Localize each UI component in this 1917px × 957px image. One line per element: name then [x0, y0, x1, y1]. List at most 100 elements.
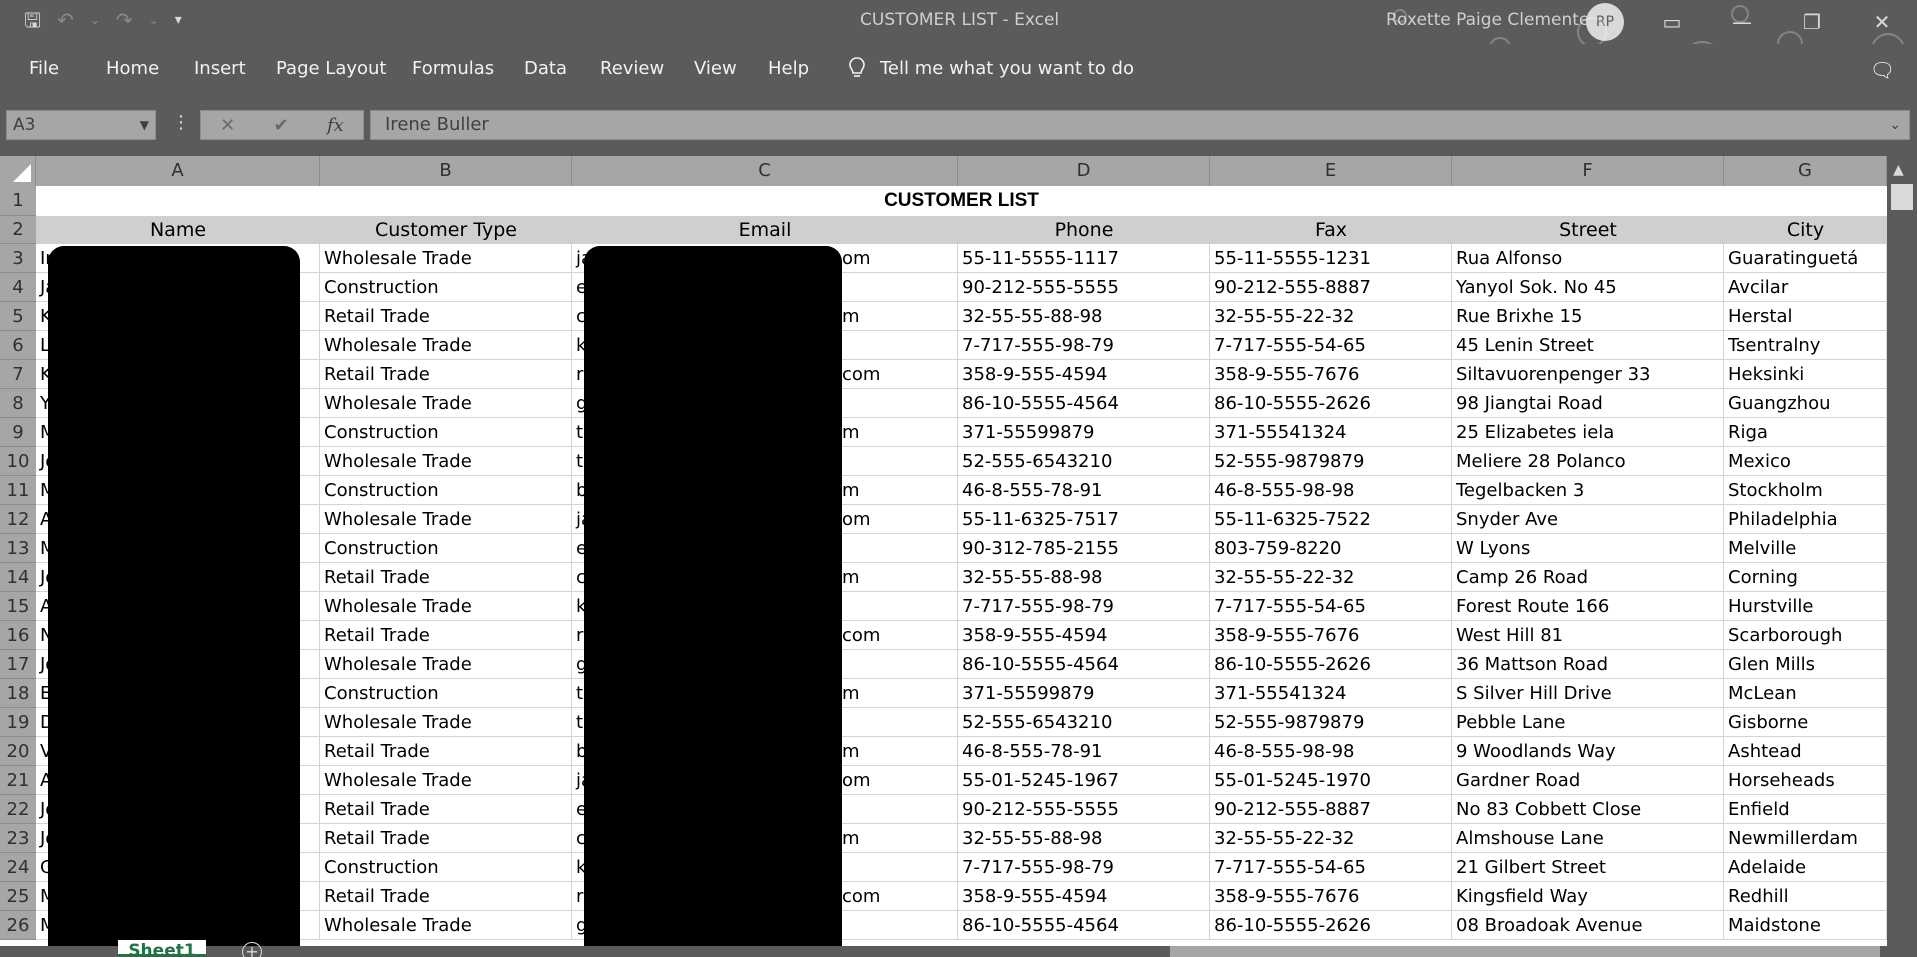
chevron-down-icon[interactable]: ▼	[140, 111, 149, 139]
cell-fax[interactable]: 86-10-5555-2626	[1210, 911, 1452, 940]
cell-city[interactable]: Mexico	[1724, 447, 1887, 476]
undo-icon[interactable]: ↶	[57, 8, 74, 32]
cell-customer-type[interactable]: Retail Trade	[320, 795, 572, 824]
cell-fax[interactable]: 90-212-555-8887	[1210, 795, 1452, 824]
cell-customer-type[interactable]: Wholesale Trade	[320, 911, 572, 940]
cell-phone[interactable]: 32-55-55-88-98	[958, 563, 1210, 592]
row-header[interactable]: 5	[0, 302, 36, 331]
cell-city[interactable]: Riga	[1724, 418, 1887, 447]
cell-fax[interactable]: 86-10-5555-2626	[1210, 389, 1452, 418]
cell-phone[interactable]: 7-717-555-98-79	[958, 853, 1210, 882]
cell-fax[interactable]: 55-11-6325-7522	[1210, 505, 1452, 534]
redo-icon[interactable]: ↷	[116, 8, 133, 32]
cell-fax[interactable]: 55-11-5555-1231	[1210, 244, 1452, 273]
close-icon[interactable]: ✕	[1847, 0, 1917, 44]
cell-street[interactable]: Rua Alfonso	[1452, 244, 1724, 273]
row-header[interactable]: 13	[0, 534, 36, 563]
row-header[interactable]: 9	[0, 418, 36, 447]
cell-street[interactable]: Snyder Ave	[1452, 505, 1724, 534]
scroll-up-icon[interactable]: ▲	[1893, 162, 1904, 178]
cell-phone[interactable]: 90-212-555-5555	[958, 795, 1210, 824]
cell-street[interactable]: Tegelbacken 3	[1452, 476, 1724, 505]
tab-insert[interactable]: Insert	[194, 58, 246, 79]
cell-street[interactable]: Almshouse Lane	[1452, 824, 1724, 853]
more-options-icon[interactable]: ⋮	[172, 112, 190, 133]
cell-customer-type[interactable]: Retail Trade	[320, 824, 572, 853]
cell-city[interactable]: Philadelphia	[1724, 505, 1887, 534]
row-header[interactable]: 2	[0, 216, 36, 244]
horizontal-scrollbar[interactable]	[1170, 946, 1880, 957]
cell-phone[interactable]: 86-10-5555-4564	[958, 911, 1210, 940]
row-header[interactable]: 20	[0, 737, 36, 766]
cell-street[interactable]: Pebble Lane	[1452, 708, 1724, 737]
header-phone[interactable]: Phone	[958, 216, 1210, 244]
cell-city[interactable]: Adelaide	[1724, 853, 1887, 882]
cell-city[interactable]: Newmillerdam	[1724, 824, 1887, 853]
header-city[interactable]: City	[1724, 216, 1887, 244]
cell-city[interactable]: Guangzhou	[1724, 389, 1887, 418]
cell-phone[interactable]: 55-01-5245-1967	[958, 766, 1210, 795]
tab-data[interactable]: Data	[524, 58, 567, 79]
cell-street[interactable]: No 83 Cobbett Close	[1452, 795, 1724, 824]
cell-street[interactable]: 98 Jiangtai Road	[1452, 389, 1724, 418]
cell-phone[interactable]: 55-11-6325-7517	[958, 505, 1210, 534]
row-header[interactable]: 19	[0, 708, 36, 737]
cell-customer-type[interactable]: Wholesale Trade	[320, 592, 572, 621]
cell-city[interactable]: Horseheads	[1724, 766, 1887, 795]
insert-function-icon[interactable]: fx	[327, 115, 344, 136]
cell-street[interactable]: 08 Broadoak Avenue	[1452, 911, 1724, 940]
cell-customer-type[interactable]: Wholesale Trade	[320, 447, 572, 476]
cell-city[interactable]: Hurstville	[1724, 592, 1887, 621]
cell-fax[interactable]: 7-717-555-54-65	[1210, 853, 1452, 882]
cell-phone[interactable]: 7-717-555-98-79	[958, 592, 1210, 621]
cell-street[interactable]: 45 Lenin Street	[1452, 331, 1724, 360]
header-street[interactable]: Street	[1452, 216, 1724, 244]
cell-fax[interactable]: 32-55-55-22-32	[1210, 824, 1452, 853]
cell-customer-type[interactable]: Retail Trade	[320, 621, 572, 650]
cell-phone[interactable]: 46-8-555-78-91	[958, 476, 1210, 505]
formula-input[interactable]: Irene Buller ⌄	[370, 110, 1910, 140]
restore-icon[interactable]: ❐	[1777, 0, 1847, 44]
cell-city[interactable]: Stockholm	[1724, 476, 1887, 505]
name-box[interactable]: A3 ▼	[6, 110, 156, 140]
vertical-scrollbar[interactable]: ▲	[1887, 156, 1917, 946]
cell-street[interactable]: S Silver Hill Drive	[1452, 679, 1724, 708]
cell-fax[interactable]: 7-717-555-54-65	[1210, 331, 1452, 360]
row-header[interactable]: 21	[0, 766, 36, 795]
cell-customer-type[interactable]: Wholesale Trade	[320, 766, 572, 795]
cell-street[interactable]: Yanyol Sok. No 45	[1452, 273, 1724, 302]
cell-customer-type[interactable]: Retail Trade	[320, 737, 572, 766]
enter-icon[interactable]: ✔	[274, 115, 289, 136]
tell-me-search[interactable]: Tell me what you want to do	[848, 56, 1134, 80]
cell-street[interactable]: 36 Mattson Road	[1452, 650, 1724, 679]
row-header[interactable]: 12	[0, 505, 36, 534]
cell-phone[interactable]: 358-9-555-4594	[958, 882, 1210, 911]
cell-street[interactable]: West Hill 81	[1452, 621, 1724, 650]
cell-customer-type[interactable]: Wholesale Trade	[320, 244, 572, 273]
row-header[interactable]: 26	[0, 911, 36, 940]
cell-phone[interactable]: 32-55-55-88-98	[958, 302, 1210, 331]
cell-phone[interactable]: 46-8-555-78-91	[958, 737, 1210, 766]
comments-icon[interactable]: 🗨	[1870, 58, 1895, 82]
row-header[interactable]: 15	[0, 592, 36, 621]
tab-page-layout[interactable]: Page Layout	[276, 58, 387, 79]
cell-customer-type[interactable]: Construction	[320, 679, 572, 708]
select-all-button[interactable]	[0, 156, 36, 186]
row-header[interactable]: 7	[0, 360, 36, 389]
cell-customer-type[interactable]: Construction	[320, 476, 572, 505]
row-header[interactable]: 22	[0, 795, 36, 824]
column-header-f[interactable]: F	[1452, 156, 1724, 186]
column-header-a[interactable]: A	[36, 156, 320, 186]
row-header[interactable]: 3	[0, 244, 36, 273]
cell-street[interactable]: Rue Brixhe 15	[1452, 302, 1724, 331]
column-header-d[interactable]: D	[958, 156, 1210, 186]
row-header[interactable]: 6	[0, 331, 36, 360]
cell-city[interactable]: Enfield	[1724, 795, 1887, 824]
sheet-tab[interactable]: Sheet1	[118, 940, 206, 957]
cell-city[interactable]: Corning	[1724, 563, 1887, 592]
avatar[interactable]: RP	[1586, 3, 1624, 41]
tab-review[interactable]: Review	[600, 58, 664, 79]
cell-fax[interactable]: 803-759-8220	[1210, 534, 1452, 563]
cell-fax[interactable]: 86-10-5555-2626	[1210, 650, 1452, 679]
cell-phone[interactable]: 86-10-5555-4564	[958, 389, 1210, 418]
